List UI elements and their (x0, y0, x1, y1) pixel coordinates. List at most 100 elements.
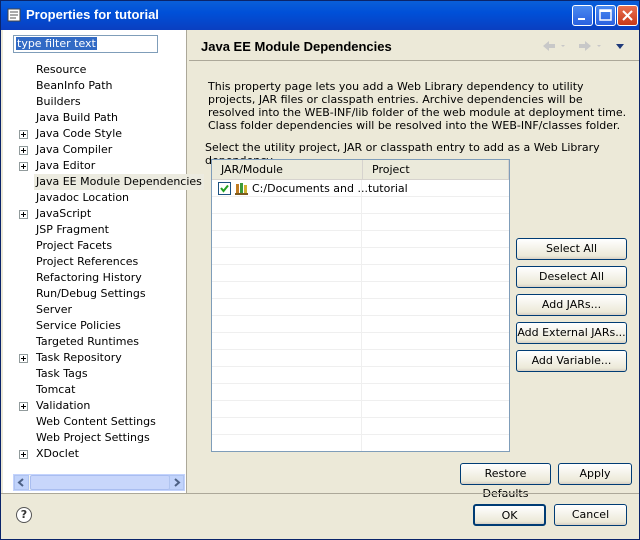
table-cell-module (212, 316, 362, 333)
ok-button[interactable]: OK (473, 504, 546, 526)
tree-item[interactable]: Tomcat (3, 382, 187, 398)
table-cell-module (212, 197, 362, 214)
expand-icon[interactable] (19, 162, 28, 171)
tree-item-label: Java EE Module Dependencies (34, 174, 204, 190)
select-all-button[interactable]: Select All (516, 238, 627, 260)
tree-item[interactable]: Resource (3, 62, 187, 78)
tree-item[interactable]: Java Compiler (3, 142, 187, 158)
table-cell-project (363, 401, 509, 418)
dependency-table[interactable]: JAR/Module Project C:/Documents and ... t… (211, 159, 510, 452)
table-row (212, 214, 509, 231)
back-dropdown-icon[interactable] (561, 45, 565, 47)
tree-item[interactable]: Refactoring History (3, 270, 187, 286)
tree-item-label: Java Build Path (36, 111, 119, 124)
table-cell-module (212, 265, 362, 282)
minimize-button[interactable] (572, 5, 593, 26)
table-cell-project (363, 282, 509, 299)
expand-icon[interactable] (19, 146, 28, 155)
tree-item[interactable]: Javadoc Location (3, 190, 187, 206)
tree-item[interactable]: Web Content Settings (3, 414, 187, 430)
tree-item-label: Task Repository (36, 351, 122, 364)
forward-dropdown-icon[interactable] (597, 45, 601, 47)
tree-item-label: JSP Fragment (36, 223, 109, 236)
tree-item-label: Tomcat (36, 383, 76, 396)
tree-item-label: Javadoc Location (36, 191, 130, 204)
table-cell-module (212, 401, 362, 418)
tree-item-label: Java Editor (36, 159, 96, 172)
tree-item-label: Java Code Style (36, 127, 123, 140)
tree-item[interactable]: Server (3, 302, 187, 318)
expand-icon[interactable] (19, 210, 28, 219)
add-external-jars-button[interactable]: Add External JARs... (516, 322, 627, 344)
scroll-thumb[interactable] (30, 475, 170, 490)
scroll-right-button[interactable] (169, 475, 184, 490)
property-tree: Resource BeanInfo Path Builders Java Build … (3, 62, 204, 462)
tree-item[interactable]: JSP Fragment (3, 222, 187, 238)
title-bar[interactable]: Properties for tutorial (1, 1, 639, 30)
help-icon[interactable]: ? (16, 507, 32, 523)
navigation-arrows (543, 41, 624, 51)
tree-item[interactable]: Java Code Style (3, 126, 187, 142)
tree-item[interactable]: Project Facets (3, 238, 187, 254)
table-row (212, 367, 509, 384)
add-jars-button[interactable]: Add JARs... (516, 294, 627, 316)
expand-icon[interactable] (19, 402, 28, 411)
table-row[interactable]: C:/Documents and ... tutorial (212, 180, 509, 197)
filter-input[interactable]: type filter text (13, 35, 158, 53)
close-button[interactable] (617, 5, 638, 26)
tree-item[interactable]: Web Project Settings (3, 430, 187, 446)
tree-item-label: Validation (36, 399, 91, 412)
tree-item-label: Web Project Settings (36, 431, 150, 444)
tree-item[interactable]: Task Repository (3, 350, 187, 366)
tree-item[interactable]: Java EE Module Dependencies (3, 174, 204, 190)
tree-item-label: Resource (36, 63, 87, 76)
tree-item[interactable]: Builders (3, 94, 187, 110)
expand-icon[interactable] (19, 130, 28, 139)
tree-item[interactable]: Java Editor (3, 158, 187, 174)
expand-icon[interactable] (19, 354, 28, 363)
window-title: Properties for tutorial (26, 7, 159, 22)
tree-item[interactable]: XDoclet (3, 446, 187, 462)
column-header-module[interactable]: JAR/Module (212, 160, 363, 180)
chevron-left-icon (17, 478, 24, 487)
expand-icon[interactable] (19, 450, 28, 459)
row-checkbox[interactable] (218, 182, 231, 195)
tree-item[interactable]: Targeted Runtimes (3, 334, 187, 350)
tree-item[interactable]: Validation (3, 398, 187, 414)
table-cell-module (212, 384, 362, 401)
maximize-icon (599, 9, 612, 21)
tree-item[interactable]: Task Tags (3, 366, 187, 382)
tree-item[interactable]: Run/Debug Settings (3, 286, 187, 302)
tree-item[interactable]: Service Policies (3, 318, 187, 334)
view-menu-icon[interactable] (616, 44, 624, 49)
filter-placeholder: type filter text (16, 37, 97, 50)
tree-item-label: Web Content Settings (36, 415, 156, 428)
table-cell-project: tutorial (363, 180, 509, 197)
table-cell-project (363, 418, 509, 435)
cancel-button[interactable]: Cancel (554, 504, 627, 526)
back-arrow-icon[interactable] (543, 41, 555, 51)
tree-item[interactable]: JavaScript (3, 206, 187, 222)
restore-defaults-button[interactable]: Restore Defaults (460, 463, 551, 500)
tree-item-label: Builders (36, 95, 81, 108)
table-cell-project (363, 316, 509, 333)
apply-button[interactable]: Apply (558, 463, 632, 485)
deselect-all-button[interactable]: Deselect All (516, 266, 627, 288)
tree-item-label: Project References (36, 255, 139, 268)
tree-item[interactable]: Java Build Path (3, 110, 187, 126)
tree-item[interactable]: BeanInfo Path (3, 78, 187, 94)
table-cell-project (363, 265, 509, 282)
maximize-button[interactable] (595, 5, 616, 26)
scroll-left-button[interactable] (14, 475, 29, 490)
table-row (212, 435, 509, 451)
tree-item[interactable]: Project References (3, 254, 187, 270)
column-header-project[interactable]: Project (363, 160, 509, 180)
table-cell-module (212, 418, 362, 435)
table-cell-project (363, 350, 509, 367)
navigation-pane: type filter text Resource BeanInfo Path Bu… (3, 30, 204, 493)
horizontal-scrollbar[interactable] (13, 474, 185, 491)
add-variable-button[interactable]: Add Variable... (516, 350, 627, 372)
tree-item-label: Run/Debug Settings (36, 287, 146, 300)
forward-arrow-icon[interactable] (579, 41, 591, 51)
tree-item-label: Project Facets (36, 239, 113, 252)
